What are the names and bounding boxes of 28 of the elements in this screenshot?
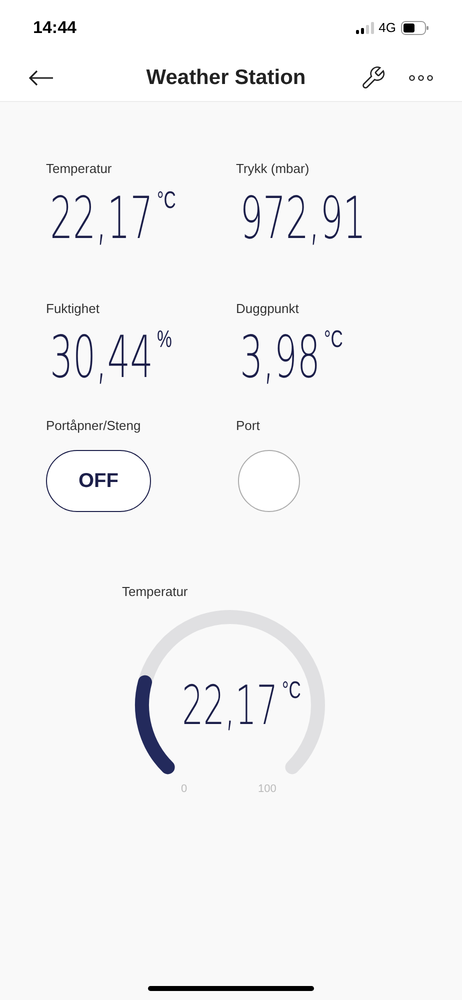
wrench-icon	[360, 65, 386, 91]
reading-value: 22,17	[182, 679, 278, 733]
gauge-label: Temperatur	[122, 582, 189, 601]
control-label: Portåpner/Steng	[46, 417, 142, 435]
back-arrow-icon	[28, 70, 54, 86]
screen-title: Weather Station	[145, 65, 307, 92]
reading-label: Duggpunkt	[236, 300, 300, 318]
gauge-max-label: 100	[258, 782, 276, 797]
reading-value: 972,91	[240, 188, 366, 246]
reading-label: Temperatur	[46, 160, 113, 178]
unit-label: °C	[156, 188, 176, 212]
reading-label: Trykk (mbar)	[236, 160, 310, 178]
status-time: 14:44	[33, 16, 76, 39]
toggle-button[interactable]: OFF	[46, 450, 151, 512]
network-label: 4G	[378, 18, 396, 37]
gauge-min-label: 0	[181, 782, 188, 797]
unit-label: %	[156, 328, 172, 352]
settings-button[interactable]	[360, 65, 386, 91]
more-icon	[409, 75, 433, 81]
reading-label: Fuktighet	[46, 300, 100, 318]
unit-label: °C	[282, 679, 301, 703]
control-label: Port	[236, 417, 261, 435]
reading-value: 30,44	[50, 328, 153, 386]
unit-label: °C	[324, 328, 343, 352]
reading-value: 3,98	[240, 328, 320, 386]
reading-value: 22,17	[50, 188, 153, 246]
battery-icon	[401, 20, 429, 34]
signal-icon	[356, 22, 374, 34]
